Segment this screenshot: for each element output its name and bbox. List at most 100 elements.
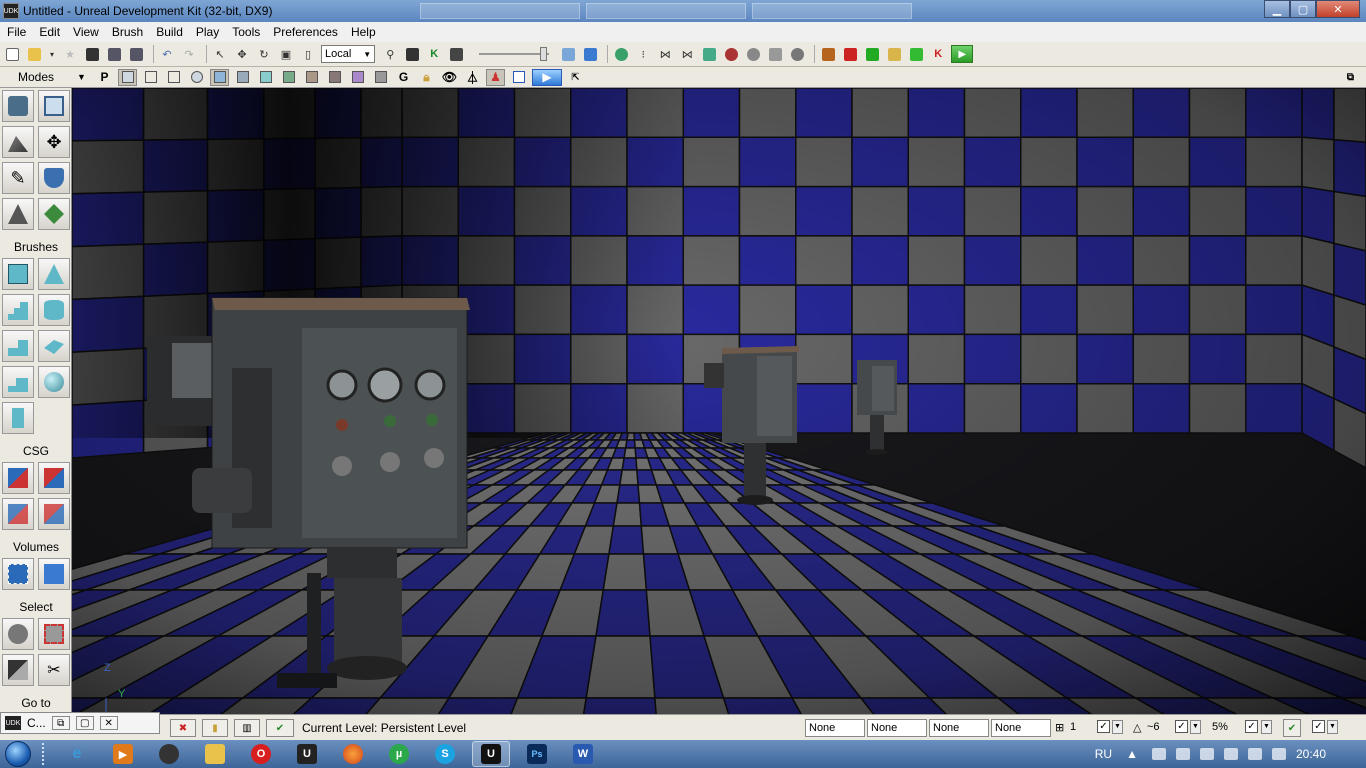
camera-mode-button[interactable] bbox=[2, 90, 34, 122]
taskbar-photoshop[interactable]: Ps bbox=[518, 741, 556, 767]
build-cover-icon[interactable] bbox=[885, 45, 903, 63]
invert-selection-button[interactable] bbox=[2, 654, 34, 686]
maximize-button[interactable]: ▢ bbox=[1290, 0, 1316, 18]
snap-field-3[interactable]: None bbox=[929, 719, 989, 737]
snap-field-2[interactable]: None bbox=[867, 719, 927, 737]
perspective-view-button[interactable]: P bbox=[95, 69, 114, 86]
show-selected-button[interactable] bbox=[2, 618, 34, 650]
save-icon[interactable] bbox=[83, 45, 101, 63]
cone-brush-button[interactable] bbox=[38, 258, 70, 290]
unlit-icon[interactable] bbox=[187, 69, 206, 86]
taskbar-udk-active[interactable]: U bbox=[472, 741, 510, 767]
tray-app-icon-2[interactable] bbox=[1175, 748, 1190, 760]
translate-icon[interactable]: ✥ bbox=[233, 45, 251, 63]
show-volumes-icon[interactable] bbox=[700, 45, 718, 63]
taskbar-opera[interactable]: O bbox=[242, 741, 280, 767]
tray-app-icon-1[interactable] bbox=[1151, 748, 1166, 760]
menu-build[interactable]: Build bbox=[149, 25, 189, 39]
maximize-mini-button[interactable]: ▢ bbox=[75, 716, 94, 730]
curved-stair-brush-button[interactable] bbox=[2, 330, 34, 362]
build-paths-icon[interactable] bbox=[863, 45, 881, 63]
tray-app-icon-3[interactable] bbox=[1199, 748, 1214, 760]
redo-icon[interactable]: ↷ bbox=[180, 45, 198, 63]
grid-snap-checkbox[interactable]: ✓ bbox=[1097, 720, 1110, 733]
build-geometry-icon[interactable] bbox=[819, 45, 837, 63]
sphere-brush-button[interactable] bbox=[38, 366, 70, 398]
volume-type-button[interactable] bbox=[38, 558, 70, 590]
taskbar-word[interactable]: W bbox=[564, 741, 602, 767]
viewport-options-dropdown[interactable]: ▼ bbox=[72, 69, 91, 86]
udk-app-icon[interactable]: UDK bbox=[3, 3, 19, 19]
taskbar-udk[interactable]: U bbox=[288, 741, 326, 767]
eye-icon[interactable]: 👁︎ bbox=[440, 69, 459, 86]
snap-field-1[interactable]: None bbox=[805, 719, 865, 737]
build-lighting-icon[interactable] bbox=[841, 45, 859, 63]
wireframe-icon[interactable] bbox=[164, 69, 183, 86]
game-view-button[interactable]: G bbox=[394, 69, 413, 86]
joystick-icon[interactable]: ⏃ bbox=[463, 69, 482, 86]
csg-deintersect-button[interactable] bbox=[38, 498, 70, 530]
show-paths-icon[interactable]: ⋈ bbox=[656, 45, 674, 63]
grid-snap-dropdown[interactable]: ▼ bbox=[1112, 720, 1123, 734]
build-all-icon[interactable] bbox=[907, 45, 925, 63]
foliage-mode-button[interactable] bbox=[38, 198, 70, 230]
menu-help[interactable]: Help bbox=[344, 25, 382, 39]
minimized-window-panel[interactable]: UDK C... ⧉ ▢ ✕ bbox=[0, 712, 160, 734]
cube-brush-button[interactable] bbox=[2, 258, 34, 290]
network-icon[interactable] bbox=[1223, 748, 1238, 760]
menu-view[interactable]: View bbox=[66, 25, 105, 39]
lock-levels-icon[interactable]: ▮ bbox=[202, 719, 228, 737]
csg-add-button[interactable] bbox=[2, 462, 34, 494]
viewport-type-icon[interactable] bbox=[118, 68, 137, 86]
level-visibility-icon[interactable]: ✔ bbox=[266, 719, 294, 737]
taskbar-firefox[interactable] bbox=[334, 741, 372, 767]
detail-lighting-icon[interactable] bbox=[233, 69, 252, 86]
show-bsp-icon[interactable]: ⁝ bbox=[634, 45, 652, 63]
taskbar-internet-explorer[interactable]: e bbox=[58, 741, 96, 767]
sheet-brush-button[interactable] bbox=[38, 330, 70, 362]
landscape-mode-button[interactable] bbox=[2, 198, 34, 230]
lighting-only-icon[interactable] bbox=[256, 69, 275, 86]
language-indicator[interactable]: RU bbox=[1095, 747, 1112, 761]
menu-edit[interactable]: Edit bbox=[32, 25, 66, 39]
action-center-flag-icon[interactable] bbox=[1247, 748, 1262, 760]
drag-grid-icon[interactable] bbox=[559, 45, 577, 63]
linear-stair-brush-button[interactable] bbox=[2, 294, 34, 326]
realtime-toggle-icon[interactable] bbox=[581, 45, 599, 63]
lightmap-density-icon[interactable] bbox=[348, 69, 367, 86]
texture-align-button[interactable]: ✎ bbox=[2, 162, 34, 194]
snap-field-4[interactable]: None bbox=[991, 719, 1051, 737]
show-lights-icon[interactable] bbox=[744, 45, 762, 63]
terrain-mode-button[interactable] bbox=[2, 126, 34, 158]
taskbar-game-app[interactable] bbox=[150, 741, 188, 767]
kismet-icon[interactable]: K bbox=[425, 45, 443, 63]
new-map-icon[interactable] bbox=[3, 45, 21, 63]
refresh-icon[interactable]: ✖ bbox=[170, 719, 196, 737]
tray-expand-icon[interactable]: ▲ bbox=[1126, 747, 1138, 761]
play-in-viewport-icon[interactable]: ▶ bbox=[532, 68, 562, 86]
geometry-mode-button[interactable] bbox=[38, 90, 70, 122]
taskbar-file-explorer[interactable] bbox=[196, 741, 234, 767]
light-complexity-icon[interactable] bbox=[279, 69, 298, 86]
show-fog-icon[interactable] bbox=[788, 45, 806, 63]
volume-icon[interactable] bbox=[1271, 748, 1286, 760]
open-map-icon[interactable] bbox=[25, 45, 43, 63]
csg-subtract-button[interactable] bbox=[38, 462, 70, 494]
show-sprites-icon[interactable] bbox=[766, 45, 784, 63]
scale-snap-checkbox[interactable]: ✓ bbox=[1245, 720, 1258, 733]
content-browser-icon[interactable] bbox=[403, 45, 421, 63]
move-mode-button[interactable]: ✥ bbox=[38, 126, 70, 158]
perspective-viewport[interactable]: Z Y bbox=[72, 88, 1366, 714]
brush-wireframe-icon[interactable] bbox=[141, 69, 160, 86]
realtime-preview-icon[interactable]: ♟ bbox=[486, 68, 505, 86]
cylinder-brush-button[interactable] bbox=[38, 294, 70, 326]
menu-file[interactable]: File bbox=[0, 25, 32, 39]
taskbar-media-player[interactable]: ▶ bbox=[104, 741, 142, 767]
minimize-button[interactable]: ▁ bbox=[1264, 0, 1290, 18]
rotation-snap-checkbox[interactable]: ✓ bbox=[1175, 720, 1188, 733]
volumetric-brush-button[interactable] bbox=[2, 402, 34, 434]
hide-selected-button[interactable] bbox=[38, 618, 70, 650]
coordinate-system-dropdown[interactable]: Local ▼ bbox=[321, 45, 376, 63]
close-button[interactable]: ✕ bbox=[1316, 0, 1360, 18]
select-cursor-icon[interactable]: ↖ bbox=[211, 45, 229, 63]
